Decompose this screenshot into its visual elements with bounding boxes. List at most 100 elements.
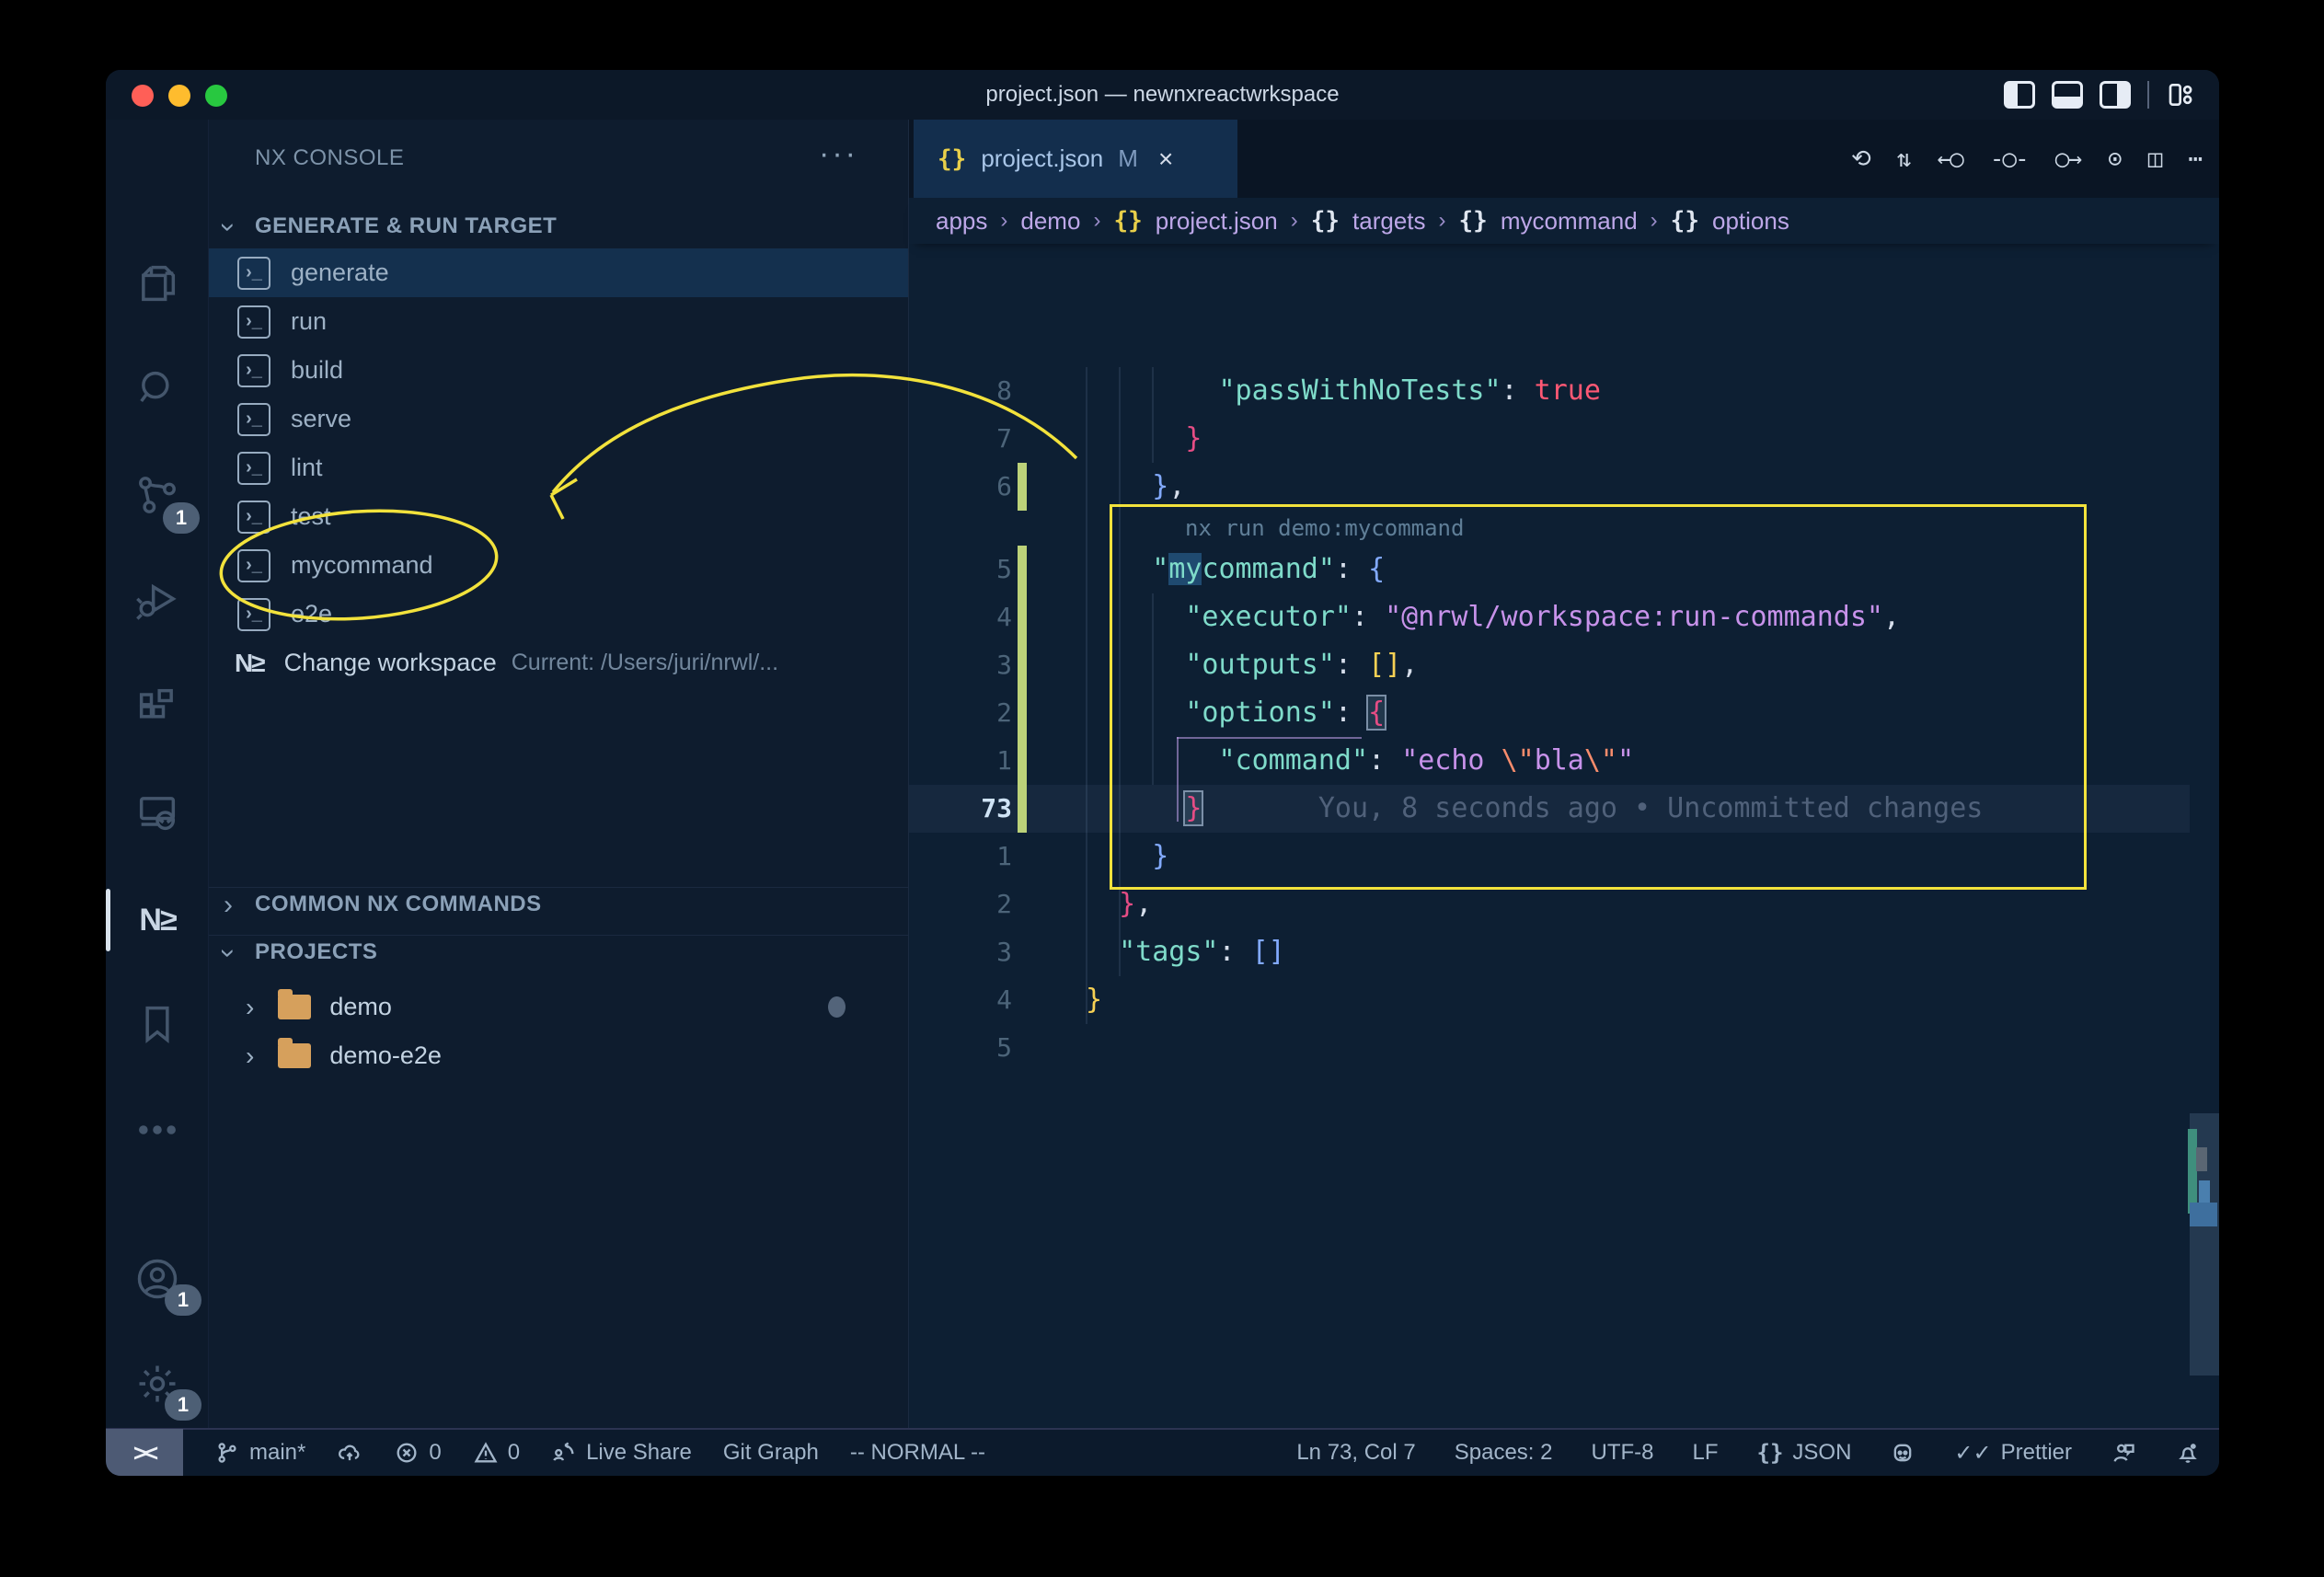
status-item-eol[interactable]: LF (1692, 1440, 1718, 1466)
toggle-primary-sidebar-icon[interactable] (2004, 81, 2035, 109)
status-label: Prettier (2001, 1440, 2072, 1466)
code-token (1086, 470, 1152, 502)
status-label: JSON (1792, 1440, 1851, 1466)
target-item-mycommand[interactable]: ›_mycommand (209, 541, 908, 590)
target-item-build[interactable]: ›_build (209, 346, 908, 395)
target-item-serve[interactable]: ›_serve (209, 395, 908, 443)
next-change-icon[interactable]: ○→ (2055, 145, 2080, 173)
activity-item-nx-console[interactable]: N≥ (106, 878, 209, 962)
chevron-right-icon: › (246, 1042, 254, 1071)
status-label: Ln 73, Col 7 (1296, 1440, 1415, 1466)
overview-ruler-mark (2188, 1129, 2197, 1214)
sidebar-title: NX CONSOLE (255, 145, 404, 171)
sidebar-more-actions-icon[interactable]: ··· (819, 136, 858, 172)
breadcrumb-item-mycommand[interactable]: mycommand (1501, 207, 1638, 236)
status-item-indentation[interactable]: Spaces: 2 (1455, 1440, 1553, 1466)
section-generate-run-target[interactable]: › GENERATE & RUN TARGET (209, 210, 908, 243)
breadcrumb-item-options[interactable]: options (1712, 207, 1789, 236)
line-number: 1 (909, 833, 1012, 881)
search-icon (133, 365, 181, 418)
status-item-warnings[interactable]: 0 (473, 1440, 520, 1466)
activity-item-remote-explorer[interactable] (106, 772, 209, 857)
change-icon[interactable]: -○- (1990, 145, 2028, 173)
breadcrumb-item-project.json[interactable]: project.json (1156, 207, 1278, 236)
target-item-lint[interactable]: ›_lint (209, 443, 908, 492)
code-token (1086, 374, 1219, 407)
tab-strip: {} project.json M × ⟲ ⇅ ←○ -○- ○→ ⊙ ◫ ⋯ (909, 120, 2219, 198)
bookmark-icon (133, 1000, 181, 1053)
activity-item-bookmarks[interactable] (106, 984, 209, 1068)
code-area[interactable]: 8 "passWithNoTests": true7 }6 },nx run d… (909, 244, 2219, 1428)
code-line[interactable]: 5 (909, 1024, 2190, 1072)
status-item-git-graph[interactable]: Git Graph (723, 1440, 819, 1466)
target-item-generate[interactable]: ›_generate (209, 248, 908, 297)
timeline-history-icon[interactable]: ⟲ (1851, 145, 1870, 173)
breadcrumb-item-demo[interactable]: demo (1020, 207, 1080, 236)
activity-item-accounts[interactable]: 1 (106, 1238, 209, 1323)
breadcrumb[interactable]: apps›demo›{}project.json›{}targets›{}myc… (909, 198, 2219, 244)
target-item-test[interactable]: ›_test (209, 492, 908, 541)
status-item-vim-mode[interactable]: -- NORMAL -- (850, 1440, 985, 1466)
status-label: Spaces: 2 (1455, 1440, 1553, 1466)
activity-item-explorer[interactable] (106, 243, 209, 328)
status-item-prettier[interactable]: ✓✓Prettier (1954, 1440, 2072, 1467)
activity-item-settings[interactable]: 1 (106, 1343, 209, 1428)
files-icon (133, 259, 181, 312)
previous-change-icon[interactable]: ←○ (1937, 145, 1962, 173)
file-blame-icon[interactable]: ⊙ (2108, 145, 2121, 173)
code-token: "passWithNoTests" (1219, 374, 1501, 407)
status-item-errors[interactable]: 0 (394, 1440, 441, 1466)
terminal-icon: ›_ (237, 549, 270, 582)
code-line[interactable]: 3 "tags": [] (909, 928, 2190, 976)
change-workspace-item[interactable]: N≥Change workspaceCurrent: /Users/juri/n… (209, 639, 908, 687)
status-item-git-branch[interactable]: main* (214, 1440, 305, 1466)
status-item-language-mode[interactable]: {}JSON (1757, 1440, 1852, 1466)
target-label: e2e (291, 600, 332, 628)
ellipsis-icon (133, 1106, 181, 1158)
activity-item-run-debug[interactable] (106, 560, 209, 645)
compare-changes-icon[interactable]: ⇅ (1897, 145, 1910, 173)
activity-item-extensions[interactable] (106, 666, 209, 751)
more-actions-icon[interactable]: ⋯ (2188, 145, 2201, 173)
activity-item-search[interactable] (106, 349, 209, 433)
status-item-sync[interactable] (337, 1440, 362, 1466)
status-item-encoding[interactable]: UTF-8 (1591, 1440, 1653, 1466)
tab-project-json[interactable]: {} project.json M × (914, 120, 1237, 198)
target-item-run[interactable]: ›_run (209, 297, 908, 346)
status-label: -- NORMAL -- (850, 1440, 985, 1466)
project-item-demo-e2e[interactable]: ›demo-e2e (209, 1031, 908, 1080)
code-line[interactable]: 4} (909, 976, 2190, 1024)
status-item-notifications[interactable] (2175, 1440, 2201, 1466)
terminal-icon: ›_ (237, 305, 270, 339)
editor-group: {} project.json M × ⟲ ⇅ ←○ -○- ○→ ⊙ ◫ ⋯ apps›de… (909, 120, 2219, 1428)
section-projects[interactable]: › PROJECTS (209, 935, 908, 968)
project-status-dot (828, 996, 846, 1018)
status-label: 0 (429, 1440, 441, 1466)
toggle-panel-icon[interactable] (2052, 81, 2083, 109)
robot-icon (1890, 1440, 1916, 1466)
activity-item-source-control[interactable]: 1 (106, 455, 209, 539)
split-editor-icon[interactable]: ◫ (2148, 145, 2161, 173)
modified-line-indicator (1018, 689, 1027, 737)
chevron-right-icon: › (224, 890, 233, 921)
code-line[interactable]: 7 } (909, 415, 2190, 463)
toggle-secondary-sidebar-icon[interactable] (2100, 81, 2131, 109)
breadcrumb-item-targets[interactable]: targets (1352, 207, 1426, 236)
layout-controls (2004, 80, 2197, 109)
activity-item-more-views[interactable] (106, 1089, 209, 1174)
close-tab-icon[interactable]: × (1158, 144, 1173, 174)
status-item-live-share[interactable]: Live Share (551, 1440, 692, 1466)
status-label: UTF-8 (1591, 1440, 1653, 1466)
code-line[interactable]: 8 "passWithNoTests": true (909, 367, 2190, 415)
breadcrumb-item-apps[interactable]: apps (936, 207, 987, 236)
remote-indicator[interactable]: >< (106, 1429, 183, 1476)
divider (2147, 81, 2149, 109)
status-item-extension-robot[interactable] (1890, 1440, 1916, 1466)
status-item-cursor-position[interactable]: Ln 73, Col 7 (1296, 1440, 1415, 1466)
customize-layout-icon[interactable] (2166, 80, 2197, 109)
target-item-e2e[interactable]: ›_e2e (209, 590, 908, 639)
section-common-nx-commands[interactable]: › COMMON NX COMMANDS (209, 887, 908, 920)
status-item-feedback[interactable] (2111, 1440, 2136, 1466)
project-item-demo[interactable]: ›demo (209, 983, 908, 1031)
warning-icon (473, 1440, 499, 1466)
